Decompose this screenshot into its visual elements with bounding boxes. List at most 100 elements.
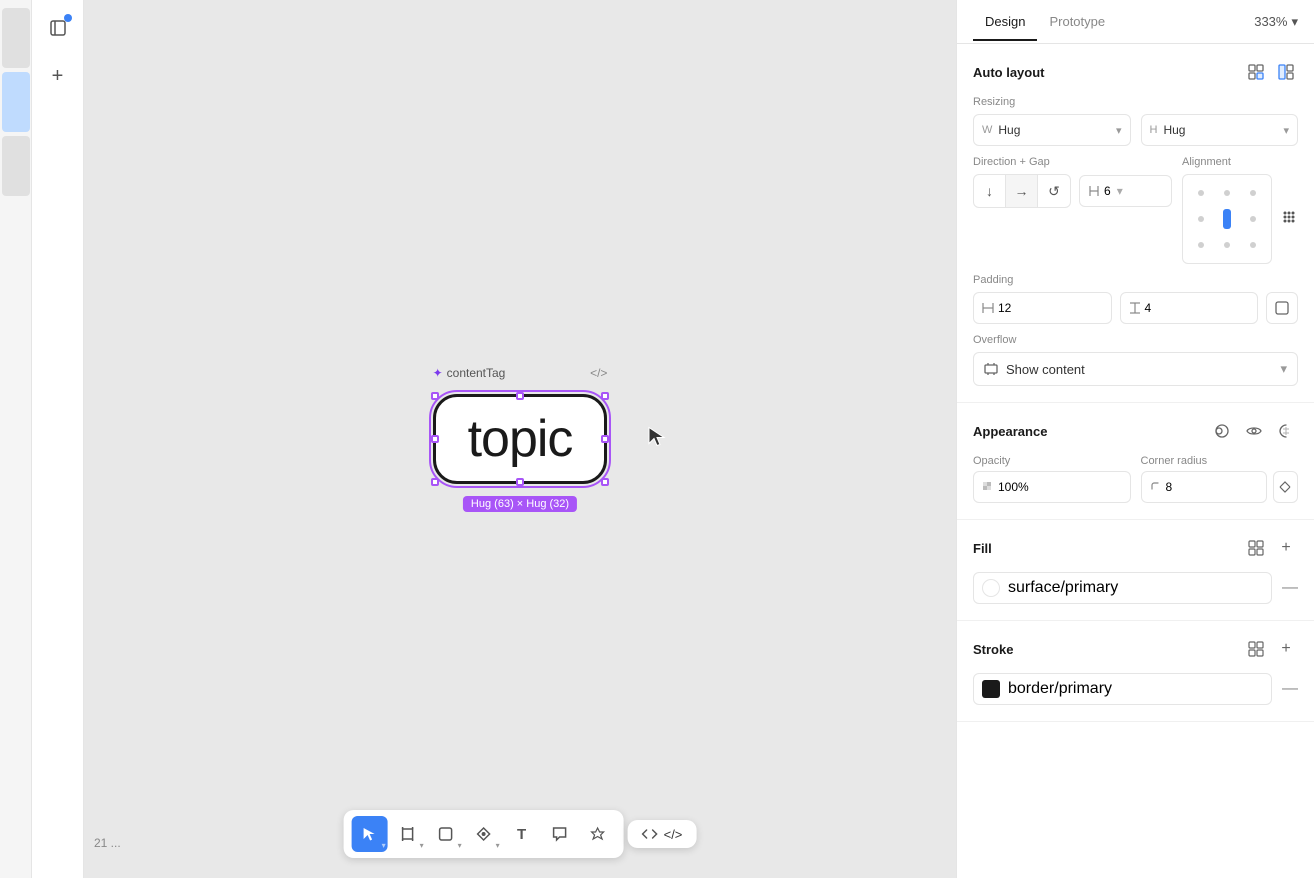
horizontal-padding-input[interactable]: 12 (973, 292, 1112, 324)
plugin-tool-button[interactable] (580, 816, 616, 852)
h-value: Hug (1163, 123, 1185, 137)
align-dot-9[interactable] (1250, 242, 1256, 248)
stroke-header: Stroke + (973, 637, 1298, 661)
tab-prototype[interactable]: Prototype (1037, 4, 1117, 41)
pen-tool-button[interactable]: ▾ (466, 816, 502, 852)
visibility-icon-btn[interactable] (1242, 419, 1266, 443)
appearance-header: Appearance (973, 419, 1298, 443)
align-dot-3[interactable] (1250, 190, 1256, 196)
corner-radius-value: 8 (1166, 480, 1173, 494)
fill-title: Fill (973, 541, 992, 556)
props-row: Opacity 100% Corner radius (973, 455, 1298, 503)
zoom-indicator[interactable]: 333% ▾ (1254, 14, 1298, 30)
layers-panel (0, 0, 32, 878)
auto-layout-layout-icon[interactable] (1274, 60, 1298, 84)
code-button-label: </> (664, 827, 683, 842)
align-dot-8[interactable] (1224, 242, 1230, 248)
appearance-section: Appearance (957, 403, 1314, 520)
effects-icon-btn[interactable] (1210, 419, 1234, 443)
stroke-title: Stroke (973, 642, 1013, 657)
corner-radius-row: 8 (1141, 471, 1299, 503)
blend-icon-btn[interactable] (1274, 419, 1298, 443)
overflow-group: Overflow Show content ▾ (973, 334, 1298, 386)
add-sidebar-icon[interactable]: + (42, 60, 74, 92)
opacity-input[interactable]: 100% (973, 471, 1131, 503)
handle-left-mid (431, 435, 439, 443)
width-dropdown[interactable]: W Hug ▾ (973, 114, 1131, 146)
auto-layout-header: Auto layout (973, 60, 1298, 84)
fill-grid-icon[interactable] (1244, 536, 1268, 560)
fill-row: surface/primary — (973, 572, 1298, 604)
shape-tool-button[interactable]: ▾ (428, 816, 464, 852)
corner-radius-label: Corner radius (1141, 455, 1299, 467)
fill-remove-btn[interactable]: — (1282, 579, 1298, 597)
code-toggle-icon[interactable]: </> (590, 366, 607, 380)
alignment-options-icon[interactable] (1280, 208, 1298, 231)
zoom-value: 333% (1254, 14, 1287, 29)
align-dot-2[interactable] (1224, 190, 1230, 196)
text-tool-button[interactable]: T (504, 816, 540, 852)
frame-dropdown-arrow: ▾ (420, 841, 424, 850)
corner-expand-btn[interactable] (1273, 471, 1298, 503)
handle-top-left (431, 392, 439, 400)
tag-component[interactable]: topic (433, 394, 608, 484)
canvas-area: ✦ contentTag </> topic Hug (63) × Hug (3… (84, 0, 956, 878)
opacity-value: 100% (998, 480, 1029, 494)
dir-right-btn[interactable]: → (1006, 175, 1038, 207)
direction-row: ↓ → ↺ 6 ▾ (973, 174, 1172, 208)
shape-dropdown-arrow: ▾ (458, 841, 462, 850)
stroke-remove-btn[interactable]: — (1282, 680, 1298, 698)
code-view-button[interactable]: </> (628, 820, 697, 848)
overflow-dropdown[interactable]: Show content ▾ (973, 352, 1298, 386)
book-sidebar-icon[interactable] (42, 12, 74, 44)
alignment-section (1182, 174, 1298, 264)
stroke-swatch[interactable]: border/primary (973, 673, 1272, 705)
tab-design[interactable]: Design (973, 4, 1037, 41)
select-tool-button[interactable]: ▾ (352, 816, 388, 852)
overflow-value: Show content (1006, 362, 1085, 377)
align-dot-6[interactable] (1250, 216, 1256, 222)
dir-wrap-btn[interactable]: ↺ (1038, 175, 1070, 207)
horizontal-padding-value: 12 (998, 301, 1011, 315)
auto-layout-title: Auto layout (973, 65, 1045, 80)
layers-item[interactable] (2, 8, 30, 68)
bottom-toolbar: ▾ ▾ ▾ (344, 810, 697, 858)
topic-text: topic (468, 409, 573, 469)
stroke-add-btn[interactable]: + (1274, 637, 1298, 661)
height-dropdown[interactable]: H Hug ▾ (1141, 114, 1299, 146)
frame-tool-button[interactable]: ▾ (390, 816, 426, 852)
stroke-color-square (982, 680, 1000, 698)
layers-item-2[interactable] (2, 136, 30, 196)
align-dot-active[interactable] (1223, 209, 1231, 229)
direction-alignment-row: Direction + Gap ↓ → ↺ 6 ▾ (973, 156, 1298, 264)
opacity-group: Opacity 100% (973, 455, 1131, 503)
alignment-grid (1182, 174, 1272, 264)
panel-header: Design Prototype 333% ▾ (957, 0, 1314, 44)
handle-top-right (601, 392, 609, 400)
handle-bottom-left (431, 478, 439, 486)
align-dot-7[interactable] (1198, 242, 1204, 248)
dir-down-btn[interactable]: ↓ (974, 175, 1006, 207)
vertical-padding-input[interactable]: 4 (1120, 292, 1259, 324)
size-badge: Hug (63) × Hug (32) (463, 496, 577, 512)
corner-radius-input[interactable]: 8 (1141, 471, 1267, 503)
layers-item-selected[interactable] (2, 72, 30, 132)
fill-color-circle (982, 579, 1000, 597)
right-panel: Design Prototype 333% ▾ Auto layout (956, 0, 1314, 878)
align-dot-4[interactable] (1198, 216, 1204, 222)
direction-btn-group: ↓ → ↺ (973, 174, 1071, 208)
handle-right-mid (601, 435, 609, 443)
align-dot-1[interactable] (1198, 190, 1204, 196)
overflow-chevron-icon: ▾ (1280, 361, 1287, 377)
fill-swatch[interactable]: surface/primary (973, 572, 1272, 604)
stroke-grid-icon[interactable] (1244, 637, 1268, 661)
w-value: Hug (998, 123, 1020, 137)
padding-corner-btn[interactable] (1266, 292, 1298, 324)
comment-tool-button[interactable] (542, 816, 578, 852)
cursor-arrow-icon (647, 426, 667, 453)
fill-add-btn[interactable]: + (1274, 536, 1298, 560)
gap-input[interactable]: 6 ▾ (1079, 175, 1172, 207)
auto-layout-grid-icon[interactable] (1244, 60, 1268, 84)
appearance-icons (1210, 419, 1298, 443)
stroke-section: Stroke + border/primary — (957, 621, 1314, 722)
